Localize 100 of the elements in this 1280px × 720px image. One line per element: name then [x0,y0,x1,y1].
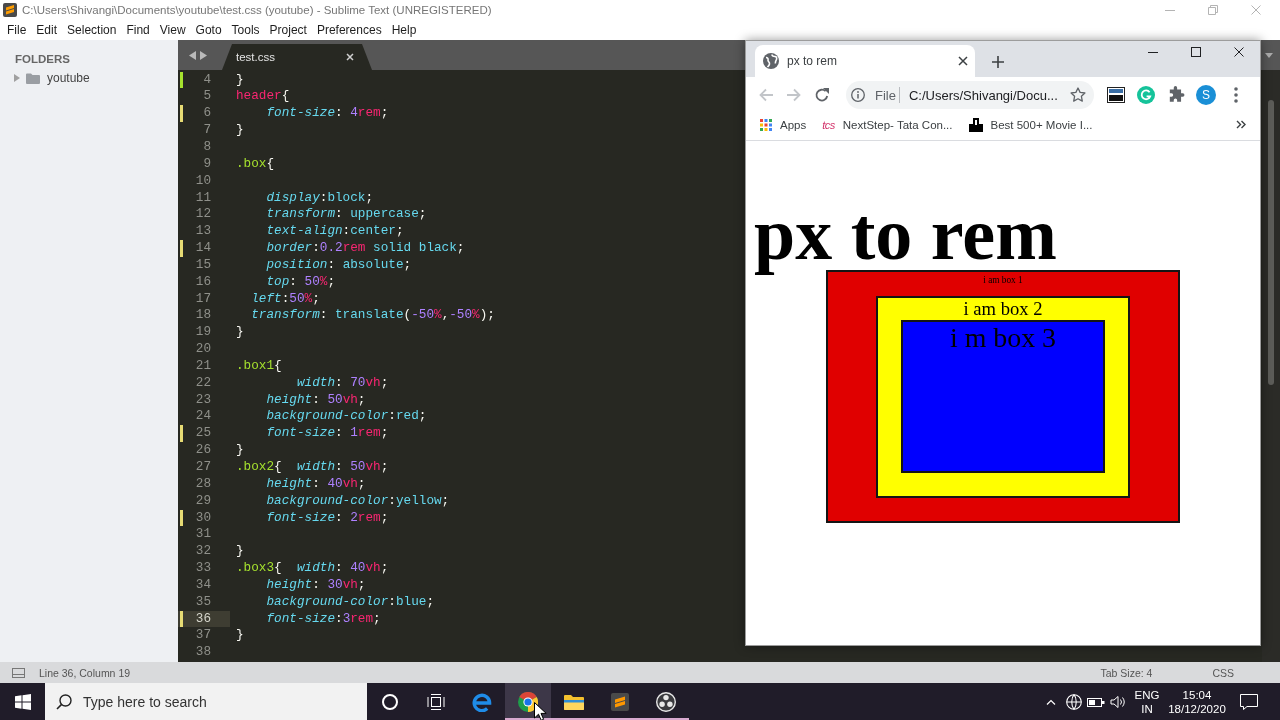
code-line: background-color:blue; [266,593,434,611]
page-heading: px to rem [754,192,1057,276]
close-icon[interactable] [1233,47,1244,57]
sidebar-heading: FOLDERS [15,52,70,66]
plus-icon[interactable] [992,56,1004,68]
line-number: 19 [195,324,211,342]
close-icon[interactable] [958,56,968,66]
code-line: position: absolute; [266,256,412,274]
menu-item[interactable]: File [2,22,32,38]
code-line: .box2{ width: 50vh; [236,459,389,476]
info-icon[interactable] [851,88,865,102]
code-line: } [236,71,244,89]
code-line: top: 50%; [266,273,336,291]
line-number: 22 [195,374,211,392]
menu-item[interactable]: Goto [190,22,227,38]
maximize-icon[interactable] [1190,47,1201,57]
line-number: 35 [195,593,211,611]
code-line: text-align:center; [266,223,404,241]
line-number: 7 [203,122,211,139]
scheme-label: File [875,87,896,103]
menu-item[interactable]: Find [121,22,155,38]
code-line: .box{ [236,155,275,173]
clock-date[interactable]: 18/12/2020 [1168,701,1226,716]
folder-item[interactable]: youtube [14,70,90,86]
line-number: 5 [203,88,211,106]
code-line: .box3{ width: 40vh; [236,560,389,577]
code-line: height: 30vh; [266,576,366,594]
battery-icon[interactable] [1087,695,1105,708]
browser-tab[interactable]: px to rem [755,45,975,77]
code-line: border:0.2rem solid black; [266,240,465,257]
folder-icon [564,693,584,710]
menu-item[interactable]: Help [386,22,422,38]
line-number: 36 [195,610,211,628]
line-number: 27 [195,459,211,476]
puzzle-icon[interactable] [1167,86,1185,104]
right-triangle-icon[interactable] [200,50,207,60]
notched-block-icon [968,117,983,132]
window-title: C:\Users\Shivangi\Documents\youtube\test.css (youtube) - Sublime Text (UNREGISTERED) [22,4,492,16]
star-icon[interactable] [1070,87,1086,103]
minimize-icon[interactable] [1147,51,1158,53]
region-code[interactable]: IN [1141,701,1153,716]
double-chevron-icon[interactable] [1236,120,1246,129]
line-number: 23 [195,391,211,409]
line-number: 37 [195,627,211,645]
four-panes-icon[interactable] [14,693,31,710]
address-bar[interactable]: File C:/Users/Shivangi/Docu... [846,81,1094,109]
cursor-position: Line 36, Column 19 [39,666,131,679]
code-line: } [236,543,244,561]
reload-icon[interactable] [814,87,830,103]
tab-size-label[interactable]: Tab Size: 4 [1100,666,1153,679]
line-number: 17 [195,290,211,308]
speaker-icon[interactable] [1110,694,1126,709]
message-icon[interactable] [1240,693,1258,710]
line-number: 24 [195,408,211,426]
bookmark-item[interactable]: tcs NextStep- Tata Con... [814,113,961,136]
line-number: 29 [195,492,211,510]
code-line: font-size: 1rem; [266,425,389,443]
caption-label: i am box 1 [983,276,1023,286]
menu-item[interactable]: View [154,22,191,38]
dropdown-caret-icon[interactable] [1265,53,1273,58]
line-number: 34 [195,576,211,594]
code-line: height: 40vh; [266,475,366,493]
profile-avatar[interactable]: S [1196,85,1216,105]
language-code[interactable]: ENG [1134,687,1160,702]
folder-icon [26,72,40,84]
code-line: } [236,442,244,459]
scrollbar-thumb[interactable] [1268,100,1274,385]
caption-label: i am box 2 [963,297,1043,319]
framed-panel-icon[interactable] [1107,87,1125,103]
clock-time[interactable]: 15:04 [1182,687,1212,702]
syntax-label[interactable]: CSS [1212,666,1234,679]
globe-icon[interactable] [1066,693,1082,710]
line-number: 13 [195,223,211,241]
menu-item[interactable]: Tools [226,22,265,38]
menu-item[interactable]: Selection [62,22,122,38]
code-line: display:block; [266,189,374,207]
code-line: } [236,122,244,139]
bookmark-item[interactable]: Best 500+ Movie I... [960,113,1101,136]
code-line: background-color:red; [266,408,427,426]
menu-item[interactable]: Project [264,22,312,38]
circle-logo-icon [518,691,538,712]
menu-item[interactable]: Edit [31,22,63,38]
line-number: 15 [195,256,211,274]
code-line: font-size: 4rem; [266,105,389,123]
url-text: C:/Users/Shivangi/Docu... [908,87,1058,103]
menu-item[interactable]: Preferences [311,22,387,38]
grid-icon [760,118,772,131]
line-number: 16 [195,273,211,291]
editor-tab[interactable]: test.css [222,44,372,70]
code-line: } [236,324,244,342]
more-icon[interactable] [1234,87,1238,103]
code-line: transform: translate(-50%,-50%); [251,307,495,325]
taskbar-button[interactable] [505,683,551,720]
left-triangle-icon[interactable] [189,50,196,60]
line-number: 14 [195,240,211,257]
line-number: 10 [195,172,211,190]
panel-icon[interactable] [12,667,25,678]
bookmark-item[interactable]: Apps [752,113,815,136]
stripes-logo-icon [611,692,629,711]
chevron-up-icon[interactable] [1046,698,1056,705]
